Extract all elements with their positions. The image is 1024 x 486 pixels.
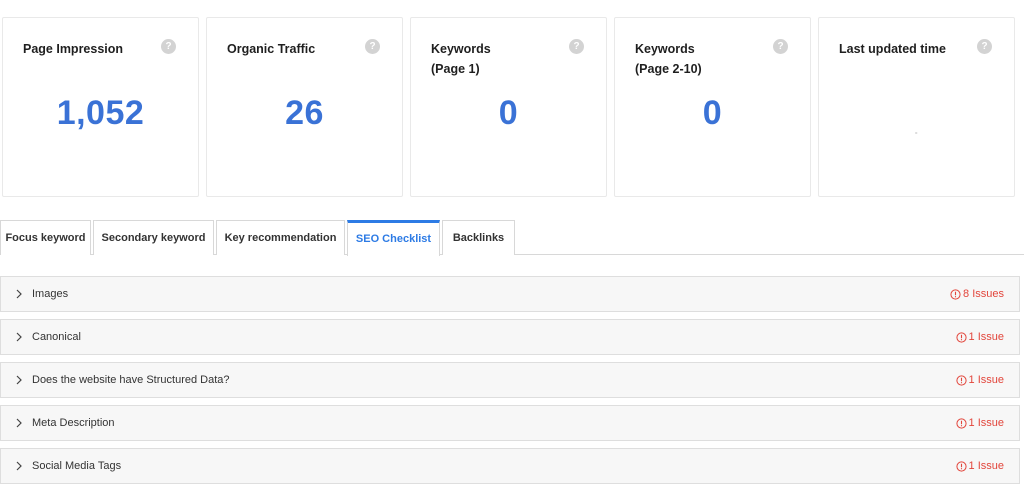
tab-focus-keyword[interactable]: Focus keyword — [0, 220, 91, 255]
row-label: Canonical — [32, 331, 81, 343]
help-icon[interactable]: ? — [977, 39, 992, 54]
tab-secondary-keyword[interactable]: Secondary keyword — [93, 220, 214, 255]
card-value: 0 — [702, 94, 723, 132]
chevron-right-icon — [16, 375, 22, 385]
card-title: Page Impression — [23, 42, 124, 56]
alert-circle-icon — [950, 289, 961, 300]
card-page-impression: Page Impression ? 1,052 — [2, 17, 199, 197]
issue-badge: 1 Issue — [955, 363, 1004, 398]
card-title: Organic Traffic — [227, 42, 316, 56]
card-keywords-page1: Keywords (Page 1) ? 0 — [410, 17, 607, 197]
stats-cards: Page Impression ? 1,052 Organic Traffic … — [2, 17, 1024, 197]
issue-badge: 1 Issue — [955, 449, 1004, 484]
help-icon[interactable]: ? — [569, 39, 584, 54]
tab-seo-checklist[interactable]: SEO Checklist — [347, 220, 440, 256]
checklist-row-canonical[interactable]: Canonical 1 Issue — [0, 319, 1020, 355]
issue-count: 1 Issue — [968, 331, 1004, 343]
card-last-updated: Last updated time ? - — [818, 17, 1015, 197]
issue-badge: 1 Issue — [955, 406, 1004, 441]
help-icon[interactable]: ? — [161, 39, 176, 54]
chevron-right-icon — [16, 289, 22, 299]
alert-circle-icon — [955, 375, 967, 386]
card-title: Last updated time — [839, 42, 946, 56]
alert-circle-icon — [955, 461, 967, 472]
tab-bar: Focus keyword Secondary keyword Key reco… — [0, 220, 1024, 256]
checklist-row-structured-data[interactable]: Does the website have Structured Data? 1… — [0, 362, 1020, 398]
issue-badge: 8 Issues — [950, 277, 1004, 312]
issue-badge: 1 Issue — [955, 320, 1004, 355]
row-label: Meta Description — [32, 417, 115, 429]
help-icon[interactable]: ? — [773, 39, 788, 54]
card-value: - — [914, 128, 919, 137]
seo-dashboard: Page Impression ? 1,052 Organic Traffic … — [0, 0, 1024, 486]
alert-circle-icon — [955, 418, 967, 429]
row-label: Does the website have Structured Data? — [32, 374, 230, 386]
row-label: Images — [32, 288, 69, 300]
checklist-row-meta-description[interactable]: Meta Description 1 Issue — [0, 405, 1020, 441]
card-title: Keywords (Page 2-10) — [635, 42, 702, 76]
chevron-right-icon — [16, 418, 22, 428]
checklist-row-social-media-tags[interactable]: Social Media Tags 1 Issue — [0, 448, 1020, 484]
alert-circle-icon — [955, 332, 967, 343]
card-keywords-page2-10: Keywords (Page 2-10) ? 0 — [614, 17, 811, 197]
tab-key-recommendation[interactable]: Key recommendation — [216, 220, 345, 255]
card-value: 1,052 — [56, 94, 145, 132]
issue-count: 1 Issue — [968, 374, 1004, 386]
card-value: 0 — [498, 94, 519, 132]
tab-backlinks[interactable]: Backlinks — [442, 220, 515, 255]
issue-count: 8 Issues — [963, 288, 1004, 300]
card-title: Keywords (Page 1) — [431, 42, 491, 76]
card-value: 26 — [285, 94, 324, 132]
issue-count: 1 Issue — [968, 460, 1004, 472]
card-organic-traffic: Organic Traffic ? 26 — [206, 17, 403, 197]
issue-count: 1 Issue — [968, 417, 1004, 429]
row-label: Social Media Tags — [32, 460, 122, 472]
help-icon[interactable]: ? — [365, 39, 380, 54]
checklist-row-images[interactable]: Images 8 Issues — [0, 276, 1020, 312]
chevron-right-icon — [16, 461, 22, 471]
chevron-right-icon — [16, 332, 22, 342]
